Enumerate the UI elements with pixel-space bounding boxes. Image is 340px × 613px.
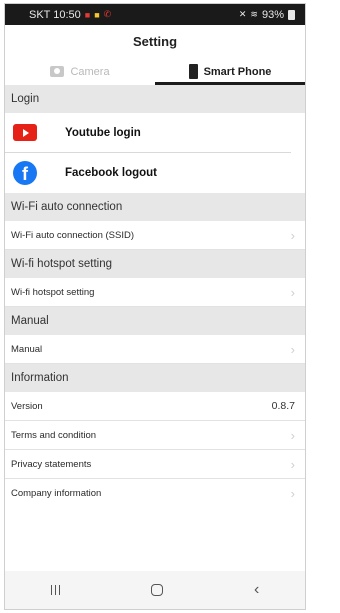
battery-icon <box>288 9 295 20</box>
version-label: Version <box>11 400 43 412</box>
company-info-label: Company information <box>11 488 102 499</box>
chevron-right-icon: › <box>290 284 295 300</box>
carrier-time: SKT 10:50 <box>29 8 81 21</box>
missed-call-icon: ✆ <box>103 9 112 19</box>
chevron-right-icon: › <box>290 456 295 472</box>
chevron-right-icon: › <box>290 427 295 443</box>
section-login: Login <box>5 85 305 113</box>
manual-row[interactable]: Manual › <box>5 335 305 364</box>
section-wifi-auto: Wi-Fi auto connection <box>5 193 305 221</box>
smartphone-icon <box>188 64 198 79</box>
tab-smart-phone-label: Smart Phone <box>203 65 272 78</box>
terms-row[interactable]: Terms and condition › <box>5 421 305 450</box>
camera-icon <box>50 66 65 77</box>
chevron-right-icon: › <box>290 486 295 501</box>
status-bar: SKT 10:50 ■ ■ ✆ ✕ ≋ 93% <box>5 4 305 25</box>
section-information: Information <box>5 364 305 392</box>
hotspot-setting-row[interactable]: Wi-fi hotspot setting › <box>5 278 305 307</box>
tab-camera-label: Camera <box>70 65 110 78</box>
youtube-login-label: Youtube login <box>65 126 141 139</box>
wifi-signal-icon: ≋ <box>250 9 258 19</box>
notification-icon: ■ <box>94 9 100 20</box>
back-icon[interactable]: ‹ <box>254 581 259 599</box>
section-manual: Manual <box>5 307 305 335</box>
phone-screen: SKT 10:50 ■ ■ ✆ ✕ ≋ 93% Setting Camera S… <box>4 3 306 610</box>
company-info-row[interactable]: Company information › <box>5 479 305 508</box>
battery-percent: 93% <box>261 8 284 21</box>
mute-icon: ✕ <box>238 9 247 19</box>
recent-apps-icon[interactable] <box>50 585 60 595</box>
wifi-auto-connection-row[interactable]: Wi-Fi auto connection (SSID) › <box>5 221 305 250</box>
message-icon: ■ <box>84 9 91 20</box>
facebook-icon: f <box>13 161 37 185</box>
hotspot-setting-label: Wi-fi hotspot setting <box>11 286 95 298</box>
chevron-right-icon: › <box>290 227 295 243</box>
tab-bar: Camera Smart Phone <box>5 58 305 85</box>
chevron-right-icon: › <box>290 341 295 357</box>
information-list: Version 0.8.7 Terms and condition › Priv… <box>5 392 305 508</box>
terms-label: Terms and condition <box>11 429 97 441</box>
version-value: 0.8.7 <box>271 400 295 412</box>
section-hotspot: Wi-fi hotspot setting <box>5 250 305 278</box>
privacy-label: Privacy statements <box>11 458 92 470</box>
youtube-login-button[interactable]: Youtube login <box>5 113 291 153</box>
privacy-row[interactable]: Privacy statements › <box>5 450 305 479</box>
page-title: Setting <box>132 34 178 49</box>
tab-camera[interactable]: Camera <box>5 58 155 85</box>
version-row: Version 0.8.7 <box>5 392 305 421</box>
home-icon[interactable] <box>150 584 163 596</box>
manual-label: Manual <box>11 343 43 355</box>
facebook-logout-label: Facebook logout <box>65 167 157 179</box>
wifi-auto-connection-label: Wi-Fi auto connection (SSID) <box>11 229 135 241</box>
youtube-icon <box>13 124 37 141</box>
system-nav-bar: ‹ <box>5 571 305 609</box>
facebook-logout-button[interactable]: f Facebook logout <box>5 153 305 193</box>
tab-smart-phone[interactable]: Smart Phone <box>155 58 305 85</box>
